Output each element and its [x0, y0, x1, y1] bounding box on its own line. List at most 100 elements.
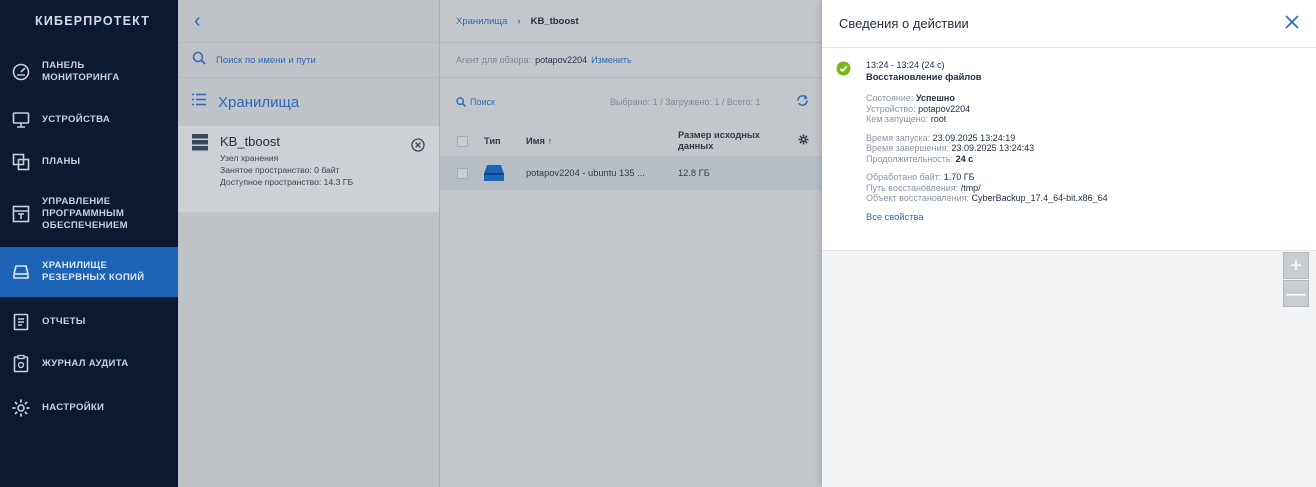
nav-item-devices[interactable]: УСТРОЙСТВА: [0, 100, 178, 140]
storage-free: Доступное пространство: 14.3 ГБ: [220, 177, 354, 187]
device-key: Устройство:: [866, 103, 916, 114]
select-all-checkbox[interactable]: [457, 135, 468, 147]
zoom-in-button[interactable]: +: [1283, 252, 1309, 279]
panel-title: Сведения о действии: [839, 16, 969, 31]
backup-list-area: Хранилища › KB_tboost Агент для обзора: …: [440, 0, 822, 487]
nav-label: УСТРОЙСТВА: [42, 114, 111, 125]
list-search-label: Поиск: [470, 97, 495, 107]
breadcrumb: Хранилища › KB_tboost: [440, 0, 822, 42]
browse-agent-bar: Агент для обзора: potapov2204 Изменить: [440, 42, 822, 78]
column-source-size[interactable]: Размер исходных данных: [678, 130, 760, 152]
start-time-value: 23.09.2025 13:24:19: [932, 132, 1016, 143]
search-input[interactable]: Поиск по имени и пути: [216, 55, 316, 66]
storage-search[interactable]: Поиск по имени и пути: [178, 42, 439, 78]
nav-label: ПАНЕЛЬ МОНИТОРИНГА: [42, 60, 120, 83]
column-type[interactable]: Тип: [484, 136, 501, 146]
chevron-left-icon[interactable]: ‹: [194, 10, 201, 33]
state-key: Состояние:: [866, 93, 914, 103]
row-checkbox[interactable]: [457, 167, 468, 179]
table-header: Тип Имя ↑ Размер исходных данных: [440, 126, 822, 156]
storage-used: Занятое пространство: 0 байт: [220, 165, 340, 175]
nav-label: НАСТРОЙКИ: [42, 402, 105, 413]
panel-header: Сведения о действии: [822, 0, 1316, 48]
started-by-value: root: [930, 114, 947, 124]
selection-counts: Выбрано: 1 / Загружено: 1 / Всего: 1: [610, 97, 761, 107]
refresh-icon[interactable]: [796, 94, 809, 109]
breadcrumb-root[interactable]: Хранилища: [456, 16, 507, 27]
nav-label: ПЛАНЫ: [42, 156, 81, 167]
brand-logo: КИБЕРПРОТЕКТ: [35, 14, 151, 28]
activity-summary: 13:24 - 13:24 (24 с) Восстановление файл…: [822, 48, 1316, 251]
nav-item-reports[interactable]: ОТЧЕТЫ: [0, 306, 178, 338]
storage-list-panel: ‹ Поиск по имени и пути Хранилища KB_tbo…: [178, 0, 440, 487]
start-time-key: Время запуска:: [866, 132, 931, 143]
list-search[interactable]: Поиск: [456, 97, 495, 107]
agent-value: potapov2204: [535, 55, 588, 65]
search-icon: [456, 97, 466, 107]
activity-group-times: Время запуска: 23.09.2025 13:24:19 Время…: [866, 133, 1316, 165]
recovery-object-value: CyberBackup_17.4_64-bit.x86_64: [971, 193, 1108, 203]
storage-card[interactable]: KB_tboost Узел хранения Занятое простран…: [178, 126, 439, 212]
nav-item-software[interactable]: УПРАВЛЕНИЕ ПРОГРАММНЫМ ОБЕСПЕЧЕНИЕМ: [0, 188, 178, 240]
storage-node-icon: [192, 134, 208, 212]
activity-details-panel: Сведения о действии 13:24 - 13:24 (24 с)…: [822, 0, 1316, 487]
table-row[interactable]: potapov2204 - ubuntu 135 ... 12.8 ГБ: [440, 156, 822, 190]
nav-item-dashboard[interactable]: ПАНЕЛЬ МОНИТОРИНГА: [0, 52, 178, 92]
all-properties-link[interactable]: Все свойства: [866, 212, 1316, 222]
monitor-icon: [10, 109, 32, 131]
agent-label: Агент для обзора:: [456, 55, 532, 65]
dashboard-icon: [10, 61, 32, 83]
nav-item-plans[interactable]: ПЛАНЫ: [0, 142, 178, 182]
audit-icon: [10, 353, 32, 375]
storage-list-title: Хранилища: [218, 93, 300, 111]
nav-item-backup-storage[interactable]: ХРАНИЛИЩЕ РЕЗЕРВНЫХ КОПИЙ: [0, 247, 178, 297]
bytes-key: Обработано байт:: [866, 172, 942, 182]
storage-list-header: Хранилища: [178, 78, 439, 126]
storage-card-text: KB_tboost Узел хранения Занятое простран…: [220, 134, 353, 212]
close-icon[interactable]: [1285, 15, 1299, 34]
nav-label: УПРАВЛЕНИЕ ПРОГРАММНЫМ ОБЕСПЕЧЕНИЕМ: [42, 196, 128, 231]
success-check-icon: [836, 61, 851, 81]
activity-name: Восстановление файлов: [866, 72, 982, 82]
recovery-path-key: Путь восстановления:: [866, 182, 959, 193]
column-name[interactable]: Имя ↑: [526, 136, 552, 146]
device-value: potapov2204: [918, 103, 971, 114]
row-name: potapov2204 - ubuntu 135 ...: [526, 168, 645, 178]
breadcrumb-current: KB_tboost: [530, 15, 579, 27]
plans-icon: [10, 151, 32, 173]
nav-label: ЖУРНАЛ АУДИТА: [42, 358, 129, 369]
recovery-path-value: /tmp/: [960, 182, 981, 193]
activity-group-status: Состояние: Успешно Устройство: potapov22…: [866, 93, 1316, 125]
list-toolbar: Поиск Выбрано: 1 / Загружено: 1 / Всего:…: [440, 78, 822, 126]
machine-icon: [484, 165, 504, 183]
started-by-key: Кем запущено:: [866, 114, 929, 124]
list-icon: [192, 93, 206, 111]
software-icon: [10, 203, 32, 225]
activity-group-recovery: Обработано байт: 1.70 ГБ Путь восстановл…: [866, 172, 1316, 204]
storage-icon: [10, 261, 32, 283]
duration-key: Продолжительность:: [866, 153, 954, 164]
end-time-value: 23.09.2025 13:24:43: [951, 143, 1035, 153]
nav-label: ОТЧЕТЫ: [42, 316, 86, 327]
state-value: Успешно: [915, 93, 955, 103]
nav-item-audit-log[interactable]: ЖУРНАЛ АУДИТА: [0, 348, 178, 380]
duration-value: 24 с: [955, 153, 974, 164]
zoom-out-button[interactable]: —: [1283, 280, 1309, 307]
bytes-value: 1.70 ГБ: [943, 172, 975, 182]
recovery-object-key: Объект восстановления:: [866, 193, 970, 203]
search-icon: [192, 51, 206, 70]
collapse-bar: ‹: [178, 0, 439, 42]
report-icon: [10, 311, 32, 333]
nav-label: ХРАНИЛИЩЕ РЕЗЕРВНЫХ КОПИЙ: [42, 260, 145, 283]
column-settings-icon[interactable]: [798, 134, 809, 147]
storage-type: Узел хранения: [220, 153, 279, 163]
end-time-key: Время завершения:: [866, 143, 949, 153]
gear-icon: [10, 397, 32, 419]
row-size: 12.8 ГБ: [678, 168, 710, 178]
breadcrumb-separator: ›: [517, 15, 521, 27]
storage-name: KB_tboost: [220, 134, 280, 149]
close-circle-icon[interactable]: [411, 138, 425, 157]
nav-item-settings[interactable]: НАСТРОЙКИ: [0, 392, 178, 424]
activity-time: 13:24 - 13:24 (24 с): [866, 60, 945, 70]
agent-change-link[interactable]: Изменить: [591, 55, 632, 65]
